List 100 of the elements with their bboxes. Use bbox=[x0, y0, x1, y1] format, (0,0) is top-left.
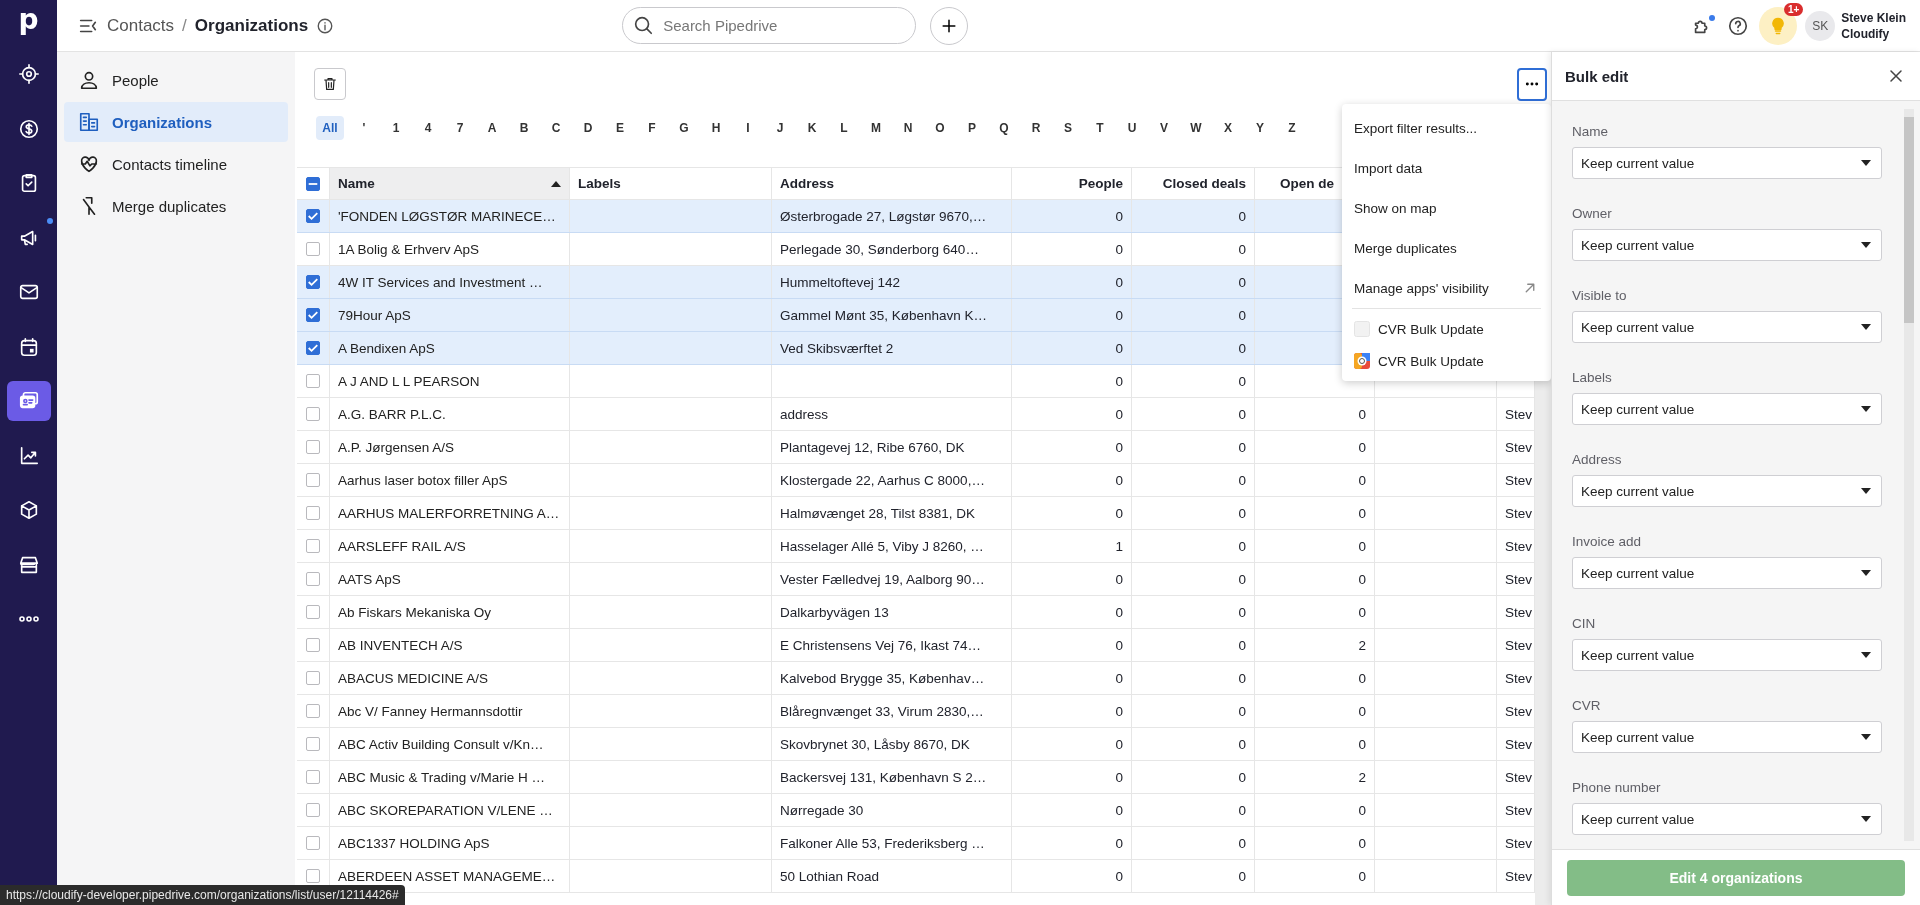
alphabet-filter[interactable]: Z bbox=[1276, 121, 1308, 135]
checkbox[interactable] bbox=[306, 539, 320, 553]
alphabet-filter[interactable]: V bbox=[1148, 121, 1180, 135]
alphabet-filter[interactable]: T bbox=[1084, 121, 1116, 135]
dropdown-field[interactable]: Keep current value bbox=[1572, 311, 1882, 343]
checkbox[interactable] bbox=[306, 638, 320, 652]
checkbox[interactable] bbox=[306, 671, 320, 685]
alphabet-filter[interactable]: E bbox=[604, 121, 636, 135]
organization-name[interactable]: 4W IT Services and Investment … bbox=[338, 274, 543, 290]
sidebar-item[interactable]: People bbox=[64, 60, 288, 100]
alphabet-filter[interactable]: J bbox=[764, 121, 796, 135]
organization-name[interactable]: ABC Music & Trading v/Marie H … bbox=[338, 769, 546, 785]
alphabet-filter[interactable]: C bbox=[540, 121, 572, 135]
organization-name[interactable]: A.G. BARR P.L.C. bbox=[338, 406, 446, 422]
rail-nav-button[interactable] bbox=[6, 381, 51, 421]
checkbox[interactable] bbox=[306, 506, 320, 520]
checkbox[interactable] bbox=[306, 869, 320, 883]
alphabet-filter[interactable]: 1 bbox=[380, 121, 412, 135]
alphabet-filter[interactable]: H bbox=[700, 121, 732, 135]
alphabet-filter[interactable]: Y bbox=[1244, 121, 1276, 135]
checkbox[interactable] bbox=[306, 803, 320, 817]
alphabet-filter[interactable]: Q bbox=[988, 121, 1020, 135]
organization-name[interactable]: AATS ApS bbox=[338, 571, 401, 587]
checkbox[interactable] bbox=[306, 473, 320, 487]
organization-name[interactable]: AARHUS MALERFORRETNING A… bbox=[338, 505, 560, 521]
organization-name[interactable]: A Bendixen ApS bbox=[338, 340, 435, 356]
logo[interactable]: p bbox=[18, 2, 39, 42]
alphabet-filter[interactable]: A bbox=[476, 121, 508, 135]
user-avatar[interactable]: SK bbox=[1805, 10, 1836, 41]
menu-item[interactable]: Export filter results... bbox=[1342, 108, 1551, 148]
menu-item[interactable]: Merge duplicates bbox=[1342, 228, 1551, 268]
sidebar-item[interactable]: Organizations bbox=[64, 102, 288, 142]
checkbox[interactable] bbox=[306, 605, 320, 619]
organization-name[interactable]: Ab Fiskars Mekaniska Oy bbox=[338, 604, 492, 620]
alphabet-filter[interactable]: P bbox=[956, 121, 988, 135]
checkbox[interactable] bbox=[306, 176, 320, 191]
help-button[interactable] bbox=[1727, 14, 1750, 37]
dropdown-field[interactable]: Keep current value bbox=[1572, 639, 1882, 671]
column-header[interactable]: Closed deals bbox=[1132, 168, 1255, 199]
checkbox[interactable] bbox=[306, 209, 320, 223]
organization-name[interactable]: ABC Activ Building Consult v/Kn… bbox=[338, 736, 544, 752]
alphabet-filter[interactable]: I bbox=[732, 121, 764, 135]
alphabet-filter[interactable]: ' bbox=[348, 121, 380, 135]
menu-item[interactable]: CVR Bulk Update bbox=[1342, 345, 1551, 377]
alphabet-filter[interactable]: B bbox=[508, 121, 540, 135]
dropdown-field[interactable]: Keep current value bbox=[1572, 393, 1882, 425]
organization-name[interactable]: Aarhus laser botox filler ApS bbox=[338, 472, 508, 488]
organization-name[interactable]: A J AND L L PEARSON bbox=[338, 373, 480, 389]
organization-name[interactable]: 1A Bolig & Erhverv ApS bbox=[338, 241, 480, 257]
add-button[interactable] bbox=[930, 6, 969, 45]
checkbox[interactable] bbox=[306, 242, 320, 256]
more-actions-button[interactable] bbox=[1517, 67, 1547, 101]
alphabet-filter[interactable]: 4 bbox=[412, 121, 444, 135]
checkbox[interactable] bbox=[306, 374, 320, 388]
organization-name[interactable]: A.P. Jørgensen A/S bbox=[338, 439, 455, 455]
alphabet-filter[interactable]: L bbox=[828, 121, 860, 135]
checkbox[interactable] bbox=[306, 440, 320, 454]
dropdown-field[interactable]: Keep current value bbox=[1572, 475, 1882, 507]
breadcrumb-link[interactable]: Contacts bbox=[107, 15, 175, 36]
organization-name[interactable]: AB INVENTECH A/S bbox=[338, 637, 463, 653]
checkbox[interactable] bbox=[306, 836, 320, 850]
checkbox[interactable] bbox=[306, 704, 320, 718]
checkbox[interactable] bbox=[306, 308, 320, 322]
organization-name[interactable]: 'FONDEN LØGSTØR MARINECE… bbox=[338, 208, 556, 224]
alphabet-filter[interactable]: O bbox=[924, 121, 956, 135]
checkbox[interactable] bbox=[306, 770, 320, 784]
column-header[interactable]: Labels bbox=[570, 168, 772, 199]
organization-name[interactable]: ABERDEEN ASSET MANAGEME… bbox=[338, 868, 556, 884]
column-header[interactable]: Name bbox=[330, 168, 570, 199]
menu-item[interactable]: Manage apps' visibility bbox=[1342, 268, 1551, 308]
alphabet-filter[interactable]: K bbox=[796, 121, 828, 135]
sidebar-item[interactable]: Contacts timeline bbox=[64, 144, 288, 184]
alphabet-filter[interactable]: G bbox=[668, 121, 700, 135]
organization-name[interactable]: ABC1337 HOLDING ApS bbox=[338, 835, 490, 851]
checkbox[interactable] bbox=[306, 737, 320, 751]
checkbox[interactable] bbox=[306, 572, 320, 586]
checkbox[interactable] bbox=[306, 407, 320, 421]
alphabet-filter[interactable]: R bbox=[1020, 121, 1052, 135]
alphabet-filter[interactable]: All bbox=[316, 116, 344, 140]
organization-name[interactable]: Abc V/ Fanney Hermannsdottir bbox=[338, 703, 523, 719]
alphabet-filter[interactable]: W bbox=[1180, 121, 1212, 135]
sidebar-item[interactable]: Merge duplicates bbox=[64, 186, 288, 226]
checkbox[interactable] bbox=[306, 341, 320, 355]
dropdown-field[interactable]: Keep current value bbox=[1572, 803, 1882, 835]
search-field[interactable]: Search Pipedrive bbox=[622, 7, 917, 44]
dropdown-field[interactable]: Keep current value bbox=[1572, 557, 1882, 589]
menu-item[interactable]: CVR Bulk Update bbox=[1342, 313, 1551, 345]
dropdown-field[interactable]: Keep current value bbox=[1572, 721, 1882, 753]
alphabet-filter[interactable]: 7 bbox=[444, 121, 476, 135]
organization-name[interactable]: ABACUS MEDICINE A/S bbox=[338, 670, 489, 686]
alphabet-filter[interactable]: M bbox=[860, 121, 892, 135]
tips-button[interactable] bbox=[1759, 6, 1798, 45]
alphabet-filter[interactable]: D bbox=[572, 121, 604, 135]
organization-name[interactable]: AARSLEFF RAIL A/S bbox=[338, 538, 466, 554]
organization-name[interactable]: ABC SKOREPARATION V/LENE … bbox=[338, 802, 553, 818]
scrollbar[interactable] bbox=[1904, 109, 1914, 841]
column-header[interactable]: People bbox=[1012, 168, 1132, 199]
organization-name[interactable]: 79Hour ApS bbox=[338, 307, 411, 323]
dropdown-field[interactable]: Keep current value bbox=[1572, 229, 1882, 261]
alphabet-filter[interactable]: U bbox=[1116, 121, 1148, 135]
